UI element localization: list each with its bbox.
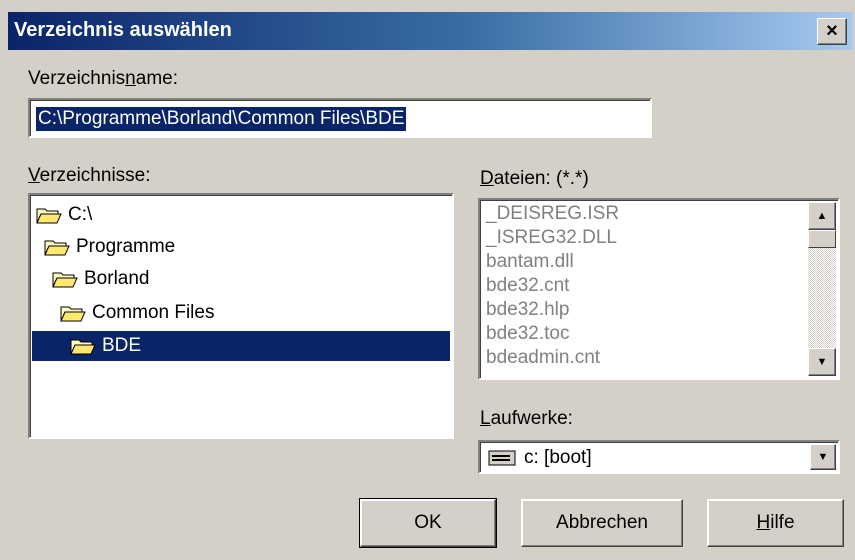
file-item[interactable]: bde32.toc [486,323,569,347]
directory-name-label: Verzeichnisname: [28,68,178,89]
directory-name-value[interactable]: C:\Programme\Borland\Common Files\BDE [36,107,407,131]
directory-item-borland[interactable]: Borland [52,264,150,294]
arrow-down-icon: ▼ [816,356,828,368]
dropdown-arrow-button[interactable]: ▼ [810,444,836,470]
file-item[interactable]: bde32.hlp [486,299,569,323]
open-folder-icon [60,306,86,322]
directory-name-input[interactable]: C:\Programme\Borland\Common Files\BDE [28,98,652,138]
directories-list[interactable]: C:\ Programme Borland Common Files BDE [28,193,454,439]
directory-item-programme[interactable]: Programme [44,232,175,262]
drives-dropdown[interactable]: c: [boot] ▼ [478,440,840,474]
drive-icon [488,450,516,466]
directory-item-common-files[interactable]: Common Files [60,298,214,328]
cancel-button[interactable]: Abbrechen [521,499,683,547]
file-item[interactable]: bdeadmin.cnt [486,347,600,371]
open-folder-icon [52,272,78,288]
close-icon: × [826,20,838,42]
drive-value: c: [boot] [524,447,592,468]
scroll-down-button[interactable]: ▼ [808,348,836,376]
file-item[interactable]: _DEISREG.ISR [486,203,619,227]
file-item[interactable]: bde32.cnt [486,275,569,299]
open-folder-icon [70,339,96,355]
drives-label: Laufwerke: [480,408,573,429]
file-item[interactable]: _ISREG32.DLL [486,227,617,251]
scroll-up-button[interactable]: ▲ [808,202,836,230]
scroll-thumb[interactable] [808,230,836,248]
file-item[interactable]: bantam.dll [486,251,574,275]
open-folder-icon [44,240,70,256]
chevron-down-icon: ▼ [817,451,829,463]
select-directory-dialog: Verzeichnis auswählen × Verzeichnisname:… [0,0,855,560]
window-title: Verzeichnis auswählen [14,19,232,41]
title-bar[interactable]: Verzeichnis auswählen × [8,12,853,50]
close-button[interactable]: × [817,18,847,45]
directory-item-bde[interactable]: BDE [32,331,450,361]
help-button[interactable]: Hilfe [707,499,844,547]
files-label: Dateien: (*.*) [480,168,589,189]
directory-item-c[interactable]: C:\ [36,200,92,230]
ok-button[interactable]: OK [359,498,497,548]
files-list[interactable]: _DEISREG.ISR _ISREG32.DLL bantam.dll bde… [478,198,840,380]
directories-label: Verzeichnisse: [28,165,151,186]
arrow-up-icon: ▲ [816,210,828,222]
files-scrollbar[interactable]: ▲ ▼ [808,202,836,376]
open-folder-icon [36,208,62,224]
